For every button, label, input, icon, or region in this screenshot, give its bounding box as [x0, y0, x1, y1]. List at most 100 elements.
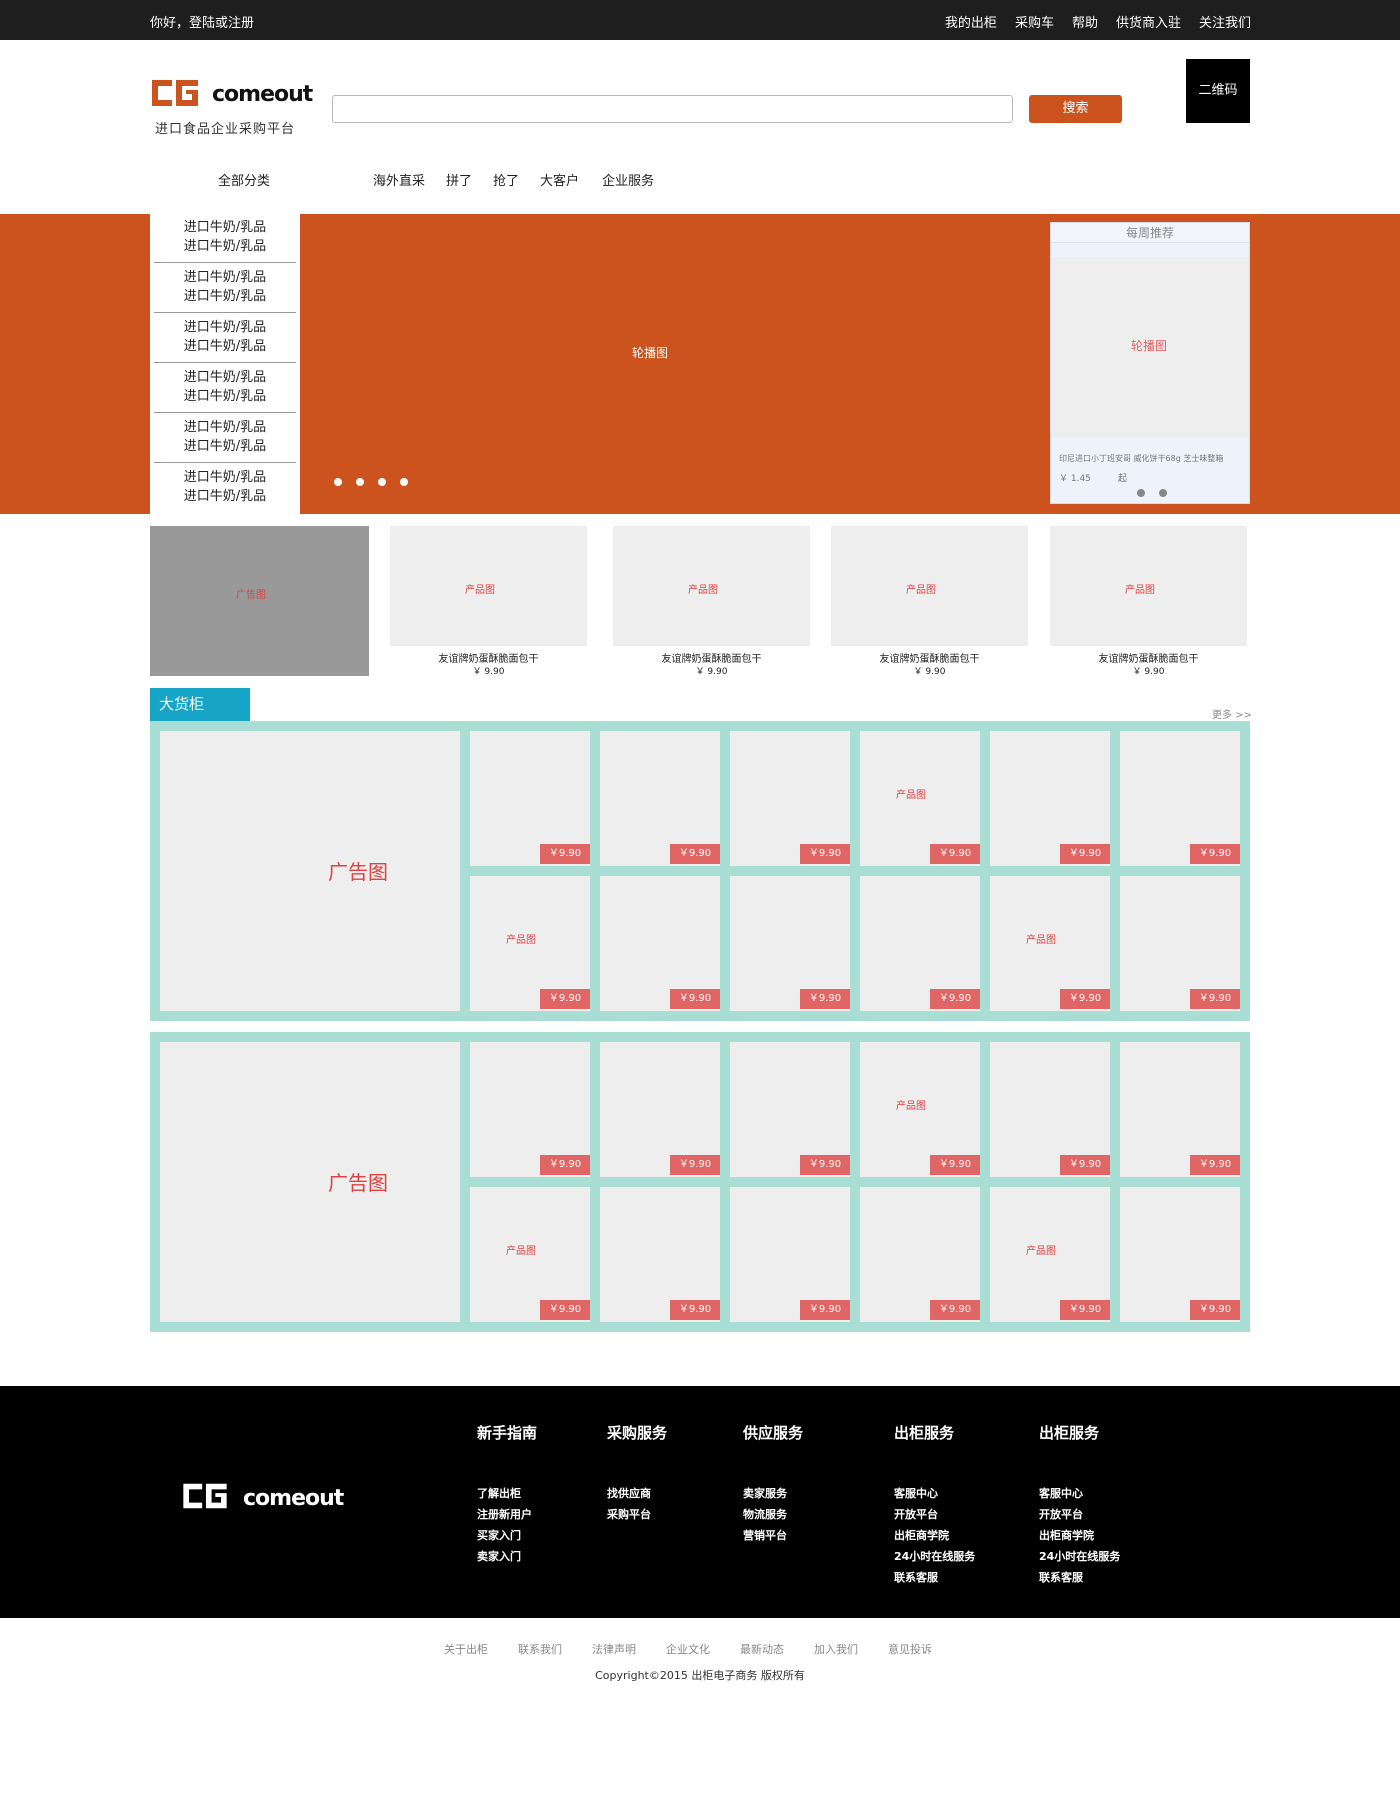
legal-link[interactable]: 法律声明 — [592, 1641, 636, 1657]
weekly-recommend-image[interactable]: 轮播图 — [1051, 257, 1249, 437]
footer-link[interactable]: 开放平台 — [1039, 1504, 1120, 1525]
footer-link[interactable]: 24小时在线服务 — [894, 1546, 975, 1567]
price-tag[interactable]: ￥9.90 — [1060, 844, 1110, 864]
footer-link[interactable]: 了解出柜 — [477, 1483, 537, 1504]
cabinet-product-cell[interactable]: ￥9.90 — [860, 876, 980, 1011]
cabinet-product-cell[interactable]: ￥9.90 — [1120, 876, 1240, 1011]
cabinet-product-cell[interactable]: ￥9.90 — [470, 731, 590, 866]
footer-link[interactable]: 客服中心 — [1039, 1483, 1120, 1504]
footer-link[interactable]: 找供应商 — [607, 1483, 667, 1504]
supplier-join-link[interactable]: 供货商入驻 — [1116, 12, 1181, 31]
cabinet-product-cell[interactable]: 产品图 ￥9.90 — [470, 1187, 590, 1322]
cabinet-product-cell[interactable]: ￥9.90 — [600, 731, 720, 866]
ad-banner[interactable]: 广告图 — [150, 526, 369, 676]
product-card[interactable]: 产品图 友谊牌奶蛋酥脆面包干 ￥ 9.90 — [1050, 526, 1247, 677]
carousel-dot[interactable] — [334, 478, 342, 486]
price-tag[interactable]: ￥9.90 — [540, 1155, 590, 1175]
sidebar-category-item[interactable]: 进口牛奶/乳品 进口牛奶/乳品 — [154, 464, 296, 513]
price-tag[interactable]: ￥9.90 — [930, 1300, 980, 1320]
nav-item-big-customer[interactable]: 大客户 — [540, 170, 579, 189]
footer-logo[interactable]: comeout — [181, 1478, 344, 1516]
cabinet-product-cell[interactable]: ￥9.90 — [600, 876, 720, 1011]
cabinet-product-cell[interactable]: ￥9.90 — [600, 1042, 720, 1177]
culture-link[interactable]: 企业文化 — [666, 1641, 710, 1657]
product-card[interactable]: 产品图 友谊牌奶蛋酥脆面包干 ￥ 9.90 — [613, 526, 810, 677]
cabinet-product-cell[interactable]: ￥9.90 — [470, 1042, 590, 1177]
all-categories-tab[interactable]: 全部分类 — [218, 170, 270, 189]
footer-link[interactable]: 买家入门 — [477, 1525, 537, 1546]
price-tag[interactable]: ￥9.90 — [1190, 1155, 1240, 1175]
cabinet-product-cell[interactable]: 产品图 ￥9.90 — [860, 731, 980, 866]
feedback-link[interactable]: 意见投诉 — [888, 1641, 932, 1657]
cabinet-product-cell[interactable]: ￥9.90 — [860, 1187, 980, 1322]
price-tag[interactable]: ￥9.90 — [1060, 1300, 1110, 1320]
price-tag[interactable]: ￥9.90 — [1060, 989, 1110, 1009]
cabinet-ad[interactable]: 广告图 — [160, 1042, 460, 1322]
search-input[interactable] — [333, 96, 1012, 122]
price-tag[interactable]: ￥9.90 — [930, 1155, 980, 1175]
footer-link[interactable]: 卖家入门 — [477, 1546, 537, 1567]
sidebar-category-item[interactable]: 进口牛奶/乳品 进口牛奶/乳品 — [154, 264, 296, 313]
price-tag[interactable]: ￥9.90 — [800, 1300, 850, 1320]
site-logo[interactable]: comeout — [150, 72, 313, 112]
nav-item-qiang[interactable]: 抢了 — [493, 170, 519, 189]
cabinet-product-cell[interactable]: ￥9.90 — [1120, 731, 1240, 866]
price-tag[interactable]: ￥9.90 — [930, 989, 980, 1009]
about-link[interactable]: 关于出柜 — [444, 1641, 488, 1657]
price-tag[interactable]: ￥9.90 — [800, 844, 850, 864]
price-tag[interactable]: ￥9.90 — [1190, 989, 1240, 1009]
price-tag[interactable]: ￥9.90 — [1060, 1155, 1110, 1175]
weekly-product-name[interactable]: 印尼进口小丁班安哥 威化饼干68g 芝士味整箱 — [1059, 453, 1223, 464]
product-image[interactable]: 产品图 — [1050, 526, 1247, 646]
cabinet-product-cell[interactable]: ￥9.90 — [730, 1187, 850, 1322]
cabinet-product-cell[interactable]: 产品图 ￥9.90 — [860, 1042, 980, 1177]
follow-us-link[interactable]: 关注我们 — [1199, 12, 1251, 31]
price-tag[interactable]: ￥9.90 — [930, 844, 980, 864]
price-tag[interactable]: ￥9.90 — [670, 1300, 720, 1320]
price-tag[interactable]: ￥9.90 — [1190, 844, 1240, 864]
cabinet-product-cell[interactable]: 产品图 ￥9.90 — [990, 1187, 1110, 1322]
cabinet-product-cell[interactable]: ￥9.90 — [990, 1042, 1110, 1177]
cabinet-product-cell[interactable]: ￥9.90 — [1120, 1187, 1240, 1322]
login-register-link[interactable]: 你好，登陆或注册 — [150, 12, 254, 31]
footer-link[interactable]: 出柜商学院 — [1039, 1525, 1120, 1546]
nav-item-pin[interactable]: 拼了 — [446, 170, 472, 189]
price-tag[interactable]: ￥9.90 — [800, 989, 850, 1009]
carousel-dot[interactable] — [400, 478, 408, 486]
product-name[interactable]: 友谊牌奶蛋酥脆面包干 — [1050, 650, 1247, 665]
price-tag[interactable]: ￥9.90 — [540, 1300, 590, 1320]
cabinet-product-cell[interactable]: ￥9.90 — [600, 1187, 720, 1322]
help-link[interactable]: 帮助 — [1072, 12, 1098, 31]
footer-link[interactable]: 开放平台 — [894, 1504, 975, 1525]
product-card[interactable]: 产品图 友谊牌奶蛋酥脆面包干 ￥ 9.90 — [390, 526, 587, 677]
contact-link[interactable]: 联系我们 — [518, 1641, 562, 1657]
product-name[interactable]: 友谊牌奶蛋酥脆面包干 — [831, 650, 1028, 665]
price-tag[interactable]: ￥9.90 — [540, 989, 590, 1009]
more-link[interactable]: 更多 >> — [1212, 706, 1252, 721]
footer-link[interactable]: 采购平台 — [607, 1504, 667, 1525]
price-tag[interactable]: ￥9.90 — [670, 844, 720, 864]
sidebar-category-item[interactable]: 进口牛奶/乳品 进口牛奶/乳品 — [154, 364, 296, 413]
weekly-dot[interactable] — [1137, 489, 1145, 497]
footer-link[interactable]: 出柜商学院 — [894, 1525, 975, 1546]
nav-item-overseas-direct[interactable]: 海外直采 — [373, 170, 425, 189]
price-tag[interactable]: ￥9.90 — [800, 1155, 850, 1175]
product-card[interactable]: 产品图 友谊牌奶蛋酥脆面包干 ￥ 9.90 — [831, 526, 1028, 677]
cabinet-product-cell[interactable]: ￥9.90 — [730, 731, 850, 866]
product-image[interactable]: 产品图 — [613, 526, 810, 646]
news-link[interactable]: 最新动态 — [740, 1641, 784, 1657]
product-image[interactable]: 产品图 — [390, 526, 587, 646]
cabinet-ad[interactable]: 广告图 — [160, 731, 460, 1011]
product-image[interactable]: 产品图 — [831, 526, 1028, 646]
cabinet-product-cell[interactable]: ￥9.90 — [730, 876, 850, 1011]
weekly-dot[interactable] — [1159, 489, 1167, 497]
search-button[interactable]: 搜索 — [1029, 95, 1122, 123]
cabinet-product-cell[interactable]: 产品图 ￥9.90 — [990, 876, 1110, 1011]
carousel-dot[interactable] — [378, 478, 386, 486]
sidebar-category-item[interactable]: 进口牛奶/乳品 进口牛奶/乳品 — [154, 214, 296, 263]
sidebar-category-item[interactable]: 进口牛奶/乳品 进口牛奶/乳品 — [154, 414, 296, 463]
my-cabinet-link[interactable]: 我的出柜 — [945, 12, 997, 31]
footer-link[interactable]: 营销平台 — [743, 1525, 803, 1546]
footer-link[interactable]: 24小时在线服务 — [1039, 1546, 1120, 1567]
join-link[interactable]: 加入我们 — [814, 1641, 858, 1657]
